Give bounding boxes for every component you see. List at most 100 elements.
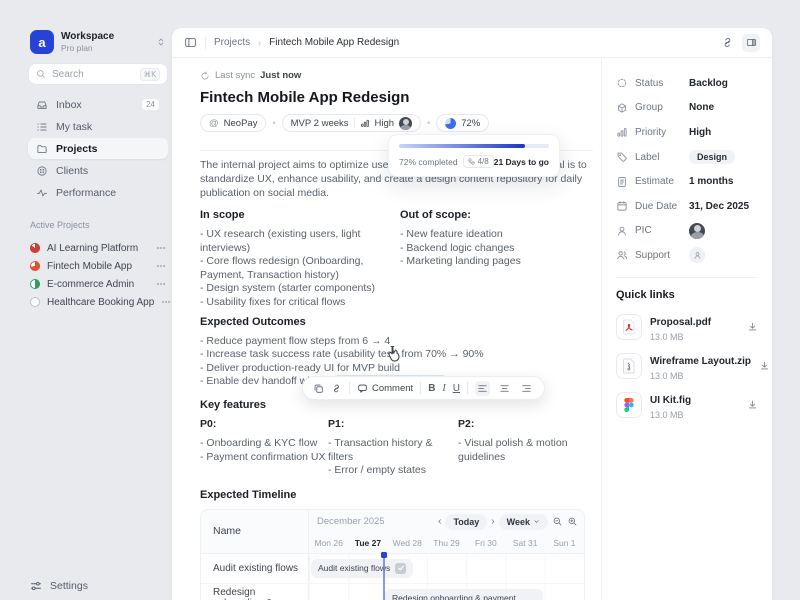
name-column-header: Name bbox=[201, 510, 309, 553]
prev-week-button[interactable]: ‹ bbox=[438, 517, 441, 527]
task-name[interactable]: Redesign onboarding & pay... bbox=[201, 584, 309, 600]
add-support-avatar[interactable] bbox=[689, 247, 705, 263]
comment-button[interactable]: Comment bbox=[357, 383, 413, 394]
underline-button[interactable]: U bbox=[453, 383, 460, 394]
list-item: - New feature ideation bbox=[400, 228, 575, 242]
search-icon bbox=[36, 69, 46, 79]
gantt-bar-redesign[interactable]: Redesign onboarding & payment bbox=[385, 589, 543, 600]
file-link-wireframe[interactable]: Wireframe Layout.zip 13.0 MB bbox=[616, 351, 758, 381]
more-icon[interactable] bbox=[156, 243, 166, 253]
list-item: - Marketing landing pages bbox=[400, 255, 575, 269]
user-icon bbox=[616, 225, 630, 237]
sidebar-item-projects[interactable]: Projects bbox=[28, 138, 168, 159]
milestone-priority-badge[interactable]: MVP 2 weeks High bbox=[282, 114, 421, 132]
link-icon[interactable] bbox=[331, 383, 342, 394]
active-projects-heading: Active Projects bbox=[28, 220, 168, 230]
cube-icon bbox=[616, 102, 630, 114]
file-link-uikit[interactable]: UI Kit.fig 13.0 MB bbox=[616, 390, 758, 420]
list-item: - UX research (existing users, light int… bbox=[200, 228, 388, 255]
progress-badge[interactable]: 72% bbox=[436, 114, 489, 132]
list-item: - Transaction history & filters bbox=[328, 437, 458, 464]
priority-value[interactable]: High bbox=[689, 127, 711, 138]
sidebar-item-clients[interactable]: Clients bbox=[28, 160, 168, 181]
sidebar-item-inbox[interactable]: Inbox 24 bbox=[28, 94, 168, 115]
project-item-ai-learning[interactable]: AI Learning Platform bbox=[28, 239, 168, 257]
right-panel-toggle-button[interactable] bbox=[742, 34, 760, 52]
out-of-scope-heading: Out of scope: bbox=[400, 209, 575, 221]
download-icon[interactable] bbox=[747, 399, 758, 410]
align-right-button[interactable] bbox=[519, 381, 534, 396]
project-item-label: Fintech Mobile App bbox=[47, 261, 132, 272]
users-icon bbox=[616, 249, 630, 261]
workspace-switcher[interactable]: a Workspace Pro plan bbox=[28, 28, 168, 63]
checkbox-checked-icon[interactable] bbox=[395, 563, 406, 574]
align-left-button[interactable] bbox=[475, 381, 490, 396]
priority-label: High bbox=[375, 118, 395, 129]
feature-group-label: P1: bbox=[328, 418, 458, 430]
text-format-toolbar: Comment B I U bbox=[302, 376, 545, 400]
download-icon[interactable] bbox=[747, 321, 758, 332]
detail-row-support: Support bbox=[616, 243, 758, 268]
next-week-button[interactable]: › bbox=[491, 517, 494, 527]
today-button[interactable]: Today bbox=[445, 514, 487, 530]
progress-completed-label: 72% completed bbox=[399, 157, 458, 167]
detail-panel: Status Backlog Group None Priority High … bbox=[601, 59, 772, 600]
clients-icon bbox=[36, 165, 48, 177]
project-item-ecommerce[interactable]: E-commerce Admin bbox=[28, 275, 168, 293]
zoom-range-select[interactable]: Week bbox=[499, 514, 548, 530]
estimate-value[interactable]: 1 months bbox=[689, 176, 733, 187]
file-link-proposal[interactable]: Proposal.pdf 13.0 MB bbox=[616, 312, 758, 342]
align-center-button[interactable] bbox=[497, 381, 512, 396]
label-value-badge[interactable]: Design bbox=[689, 150, 735, 164]
timeline-table: Name December 2025 ‹ Today › Week bbox=[200, 509, 585, 600]
client-badge[interactable]: @ NeoPay bbox=[200, 114, 266, 132]
breadcrumb-root[interactable]: Projects bbox=[214, 37, 250, 48]
chevron-updown-icon[interactable] bbox=[156, 37, 166, 47]
sidebar-item-my-task[interactable]: My task bbox=[28, 116, 168, 137]
day-label: Sun 1 bbox=[545, 538, 584, 548]
task-name[interactable]: Audit existing flows bbox=[201, 554, 309, 583]
status-icon bbox=[616, 77, 630, 89]
project-progress-pie bbox=[30, 279, 40, 289]
download-icon[interactable] bbox=[759, 360, 770, 371]
sidebar-toggle-icon[interactable] bbox=[184, 36, 197, 49]
today-line bbox=[383, 554, 385, 600]
expected-timeline-heading: Expected Timeline bbox=[200, 489, 593, 501]
detail-row-priority: Priority High bbox=[616, 120, 758, 145]
divider bbox=[616, 277, 758, 278]
zoom-in-icon[interactable] bbox=[567, 516, 578, 527]
detail-row-group: Group None bbox=[616, 96, 758, 121]
group-value[interactable]: None bbox=[689, 102, 714, 113]
due-date-value[interactable]: 31, Dec 2025 bbox=[689, 201, 749, 212]
detail-row-due-date: Due Date 31, Dec 2025 bbox=[616, 194, 758, 219]
project-item-healthcare[interactable]: Healthcare Booking App bbox=[28, 293, 168, 311]
pic-avatar[interactable] bbox=[689, 223, 705, 239]
search-input[interactable]: Search ⌘K bbox=[28, 63, 168, 85]
sidebar-item-performance[interactable]: Performance bbox=[28, 182, 168, 203]
calendar-icon bbox=[616, 200, 630, 212]
page-title: Fintech Mobile App Redesign bbox=[200, 89, 593, 106]
copy-link-icon[interactable] bbox=[721, 36, 734, 49]
more-icon[interactable] bbox=[161, 297, 171, 307]
project-item-fintech[interactable]: Fintech Mobile App bbox=[28, 257, 168, 275]
sidebar-item-settings[interactable]: Settings bbox=[30, 580, 88, 592]
priority-bars-icon bbox=[360, 118, 370, 128]
copy-icon[interactable] bbox=[313, 383, 324, 394]
performance-icon bbox=[36, 187, 48, 199]
italic-button[interactable]: I bbox=[442, 383, 445, 394]
more-icon[interactable] bbox=[156, 261, 166, 271]
zoom-out-icon[interactable] bbox=[552, 516, 563, 527]
status-value[interactable]: Backlog bbox=[689, 78, 728, 89]
gantt-bar-audit[interactable]: Audit existing flows bbox=[311, 559, 413, 578]
more-icon[interactable] bbox=[156, 279, 166, 289]
inbox-icon bbox=[36, 99, 48, 111]
document-icon bbox=[616, 176, 630, 188]
workspace-name: Workspace bbox=[61, 31, 114, 43]
list-item: - Onboarding & KYC flow bbox=[200, 437, 328, 451]
zip-file-icon bbox=[616, 353, 642, 379]
refresh-icon[interactable] bbox=[200, 71, 210, 81]
bold-button[interactable]: B bbox=[428, 383, 435, 394]
in-scope-heading: In scope bbox=[200, 209, 388, 221]
feature-group-label: P2: bbox=[458, 418, 593, 430]
inbox-count-badge: 24 bbox=[141, 98, 160, 111]
